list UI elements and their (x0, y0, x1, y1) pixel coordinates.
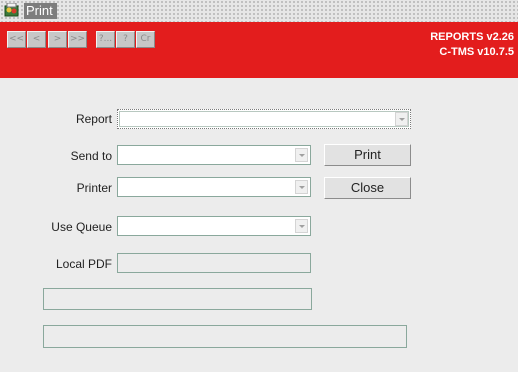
status-field-1 (43, 288, 312, 310)
chevron-down-icon[interactable] (295, 219, 308, 233)
send-to-label: Send to (70, 149, 112, 163)
previous-record-icon[interactable]: < (27, 31, 46, 48)
report-label: Report (75, 112, 112, 126)
print-button[interactable]: Print (324, 144, 411, 166)
status-field-2 (43, 325, 407, 348)
printer-label: Printer (76, 181, 112, 195)
window-title: Print (24, 3, 57, 19)
printer-select[interactable] (117, 177, 311, 197)
local-pdf-label: Local PDF (55, 257, 112, 271)
local-pdf-field[interactable] (117, 253, 311, 273)
first-record-icon[interactable]: << (7, 31, 26, 48)
next-record-icon[interactable]: > (48, 31, 67, 48)
chevron-down-icon[interactable] (295, 148, 308, 162)
use-queue-select[interactable] (117, 216, 311, 236)
exit-icon[interactable]: Cr (136, 31, 155, 48)
print-window: Print << < > >> ?... ? Cr REPORTS v2.26 … (0, 0, 518, 372)
last-record-icon[interactable]: >> (68, 31, 87, 48)
version-info: REPORTS v2.26 C-TMS v10.7.5 (430, 30, 514, 60)
title-bar[interactable]: Print (0, 0, 518, 22)
chevron-down-icon[interactable] (395, 112, 408, 126)
report-select[interactable] (117, 109, 411, 129)
use-queue-label: Use Queue (51, 220, 112, 234)
list-values-icon[interactable]: ?... (96, 31, 115, 48)
reports-version: REPORTS v2.26 (430, 31, 514, 43)
help-icon[interactable]: ? (116, 31, 135, 48)
send-to-select[interactable] (117, 145, 311, 165)
ctms-version: C-TMS v10.7.5 (439, 46, 514, 58)
toolbar: << < > >> ?... ? Cr REPORTS v2.26 C-TMS … (0, 22, 518, 78)
app-icon (4, 2, 20, 18)
close-button[interactable]: Close (324, 177, 411, 199)
chevron-down-icon[interactable] (295, 180, 308, 194)
